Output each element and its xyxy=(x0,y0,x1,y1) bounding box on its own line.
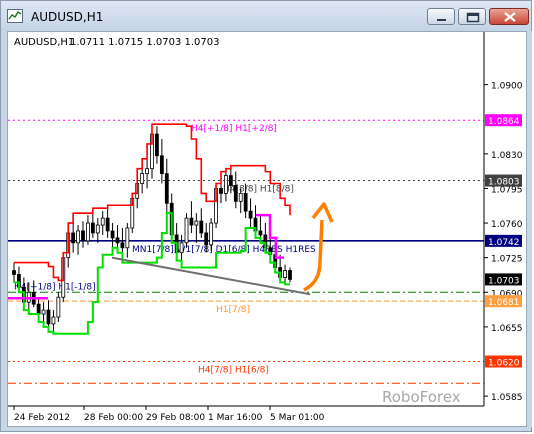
price-tick-label: 1.0900 xyxy=(491,82,523,92)
time-tick-label: 28 Feb 00:00 xyxy=(84,413,143,423)
level-label: H1[7/8] xyxy=(216,305,250,315)
chart-area[interactable]: H4[+1/8] H1[+2/8] H4[8/8] H1[8/8] MN1[7/8]… xyxy=(7,31,527,427)
restore-icon xyxy=(466,12,480,23)
chart-ohlc: 1.0711 1.0715 1.0703 1.0703 xyxy=(70,37,220,48)
candle-body xyxy=(238,192,243,202)
candle-body xyxy=(120,242,125,249)
green-channel-line xyxy=(14,212,290,335)
candle-body xyxy=(100,217,105,226)
candle-body xyxy=(81,230,85,242)
price-tick-label: 1.0830 xyxy=(491,151,523,161)
roboforex-watermark: RoboForex xyxy=(382,388,461,406)
candle-body xyxy=(105,217,110,232)
candle-body xyxy=(140,173,145,184)
candle-body xyxy=(51,316,56,325)
candle-body xyxy=(145,168,149,175)
title-bar[interactable]: AUDUSD,H1 xyxy=(1,1,531,31)
candle-body xyxy=(90,222,95,234)
window-edge xyxy=(527,31,532,427)
candle-body xyxy=(219,188,223,194)
chart-window: AUDUSD,H1 H4[+1/8] H1[+2/8] H4[8/8] H1[8/… xyxy=(0,0,532,432)
candle-body xyxy=(76,230,80,244)
candle-body xyxy=(12,270,16,275)
minimize-icon xyxy=(437,19,446,21)
candle-body xyxy=(258,230,263,236)
restore-button[interactable] xyxy=(458,8,486,25)
chart-symbol: AUDUSD,H1 xyxy=(14,37,74,48)
candle-body xyxy=(233,185,238,202)
candle-body xyxy=(189,217,194,226)
price-axis: 1.09001.08301.07951.07601.07251.06901.06… xyxy=(483,32,523,406)
price-tick-label: 1.0655 xyxy=(491,324,523,334)
price-tick-label: 1.0585 xyxy=(491,393,523,403)
level-label: H4[+1/8] H1[+2/8] xyxy=(191,124,277,134)
candle-body xyxy=(95,224,100,234)
candle-body xyxy=(248,210,253,219)
candle-body xyxy=(209,222,214,246)
level-price-label: 1.0620 xyxy=(488,359,520,369)
candle-body xyxy=(115,237,120,244)
price-tick-label: 1.0760 xyxy=(491,220,523,230)
time-axis: 24 Feb 2012 28 Feb 00:00 29 Feb 08:00 1 Mar… xyxy=(8,405,484,423)
current-price-label: 1.0703 xyxy=(488,276,520,286)
close-button[interactable] xyxy=(489,8,529,25)
candle-body xyxy=(86,222,90,242)
candle-body xyxy=(184,217,189,244)
candle-body xyxy=(164,173,169,204)
chart-app-icon xyxy=(7,9,23,23)
candle-body xyxy=(204,232,209,246)
candle-body xyxy=(41,309,46,315)
candle-body xyxy=(283,270,287,278)
time-tick-label: 29 Feb 08:00 xyxy=(146,413,205,423)
level-price-label: 1.0803 xyxy=(488,178,520,188)
level-price-label: 1.0742 xyxy=(488,238,520,248)
price-tick-label: 1.0725 xyxy=(491,255,523,265)
window-title: AUDUSD,H1 xyxy=(31,10,104,24)
level-label: H4[+1/8] H1[-1/8] xyxy=(14,282,96,292)
candle-body xyxy=(125,227,130,249)
candle-body xyxy=(199,220,204,234)
candle-body xyxy=(155,133,159,157)
level-price-label: 1.0864 xyxy=(488,117,520,127)
candle-body xyxy=(71,232,76,244)
candle-body xyxy=(46,309,51,325)
time-tick-label: 5 Mar 01:00 xyxy=(270,413,325,423)
candle-body xyxy=(224,175,228,194)
time-tick-label: 24 Feb 2012 xyxy=(14,413,70,423)
candle-body xyxy=(228,175,233,186)
time-tick-label: 1 Mar 16:00 xyxy=(208,413,263,423)
candle-body xyxy=(36,303,41,315)
candle-body xyxy=(179,242,184,254)
level-label: H4[8/8] H1[8/8] xyxy=(223,185,294,195)
level-price-label: 1.0681 xyxy=(488,298,520,308)
candle-body xyxy=(159,155,164,175)
close-icon xyxy=(504,12,516,22)
candle-body xyxy=(243,192,248,212)
level-label: H4[7/8] H1[6/8] xyxy=(198,366,269,376)
price-chart[interactable]: H4[+1/8] H1[+2/8]H4[8/8] H1[8/8]MN1[7/8]… xyxy=(8,32,526,426)
candle-body xyxy=(56,296,61,318)
candle-body xyxy=(288,270,292,280)
candle-body xyxy=(110,230,115,239)
minimize-button[interactable] xyxy=(427,8,455,25)
indicator-lines xyxy=(8,123,311,335)
candle-body xyxy=(194,220,199,226)
